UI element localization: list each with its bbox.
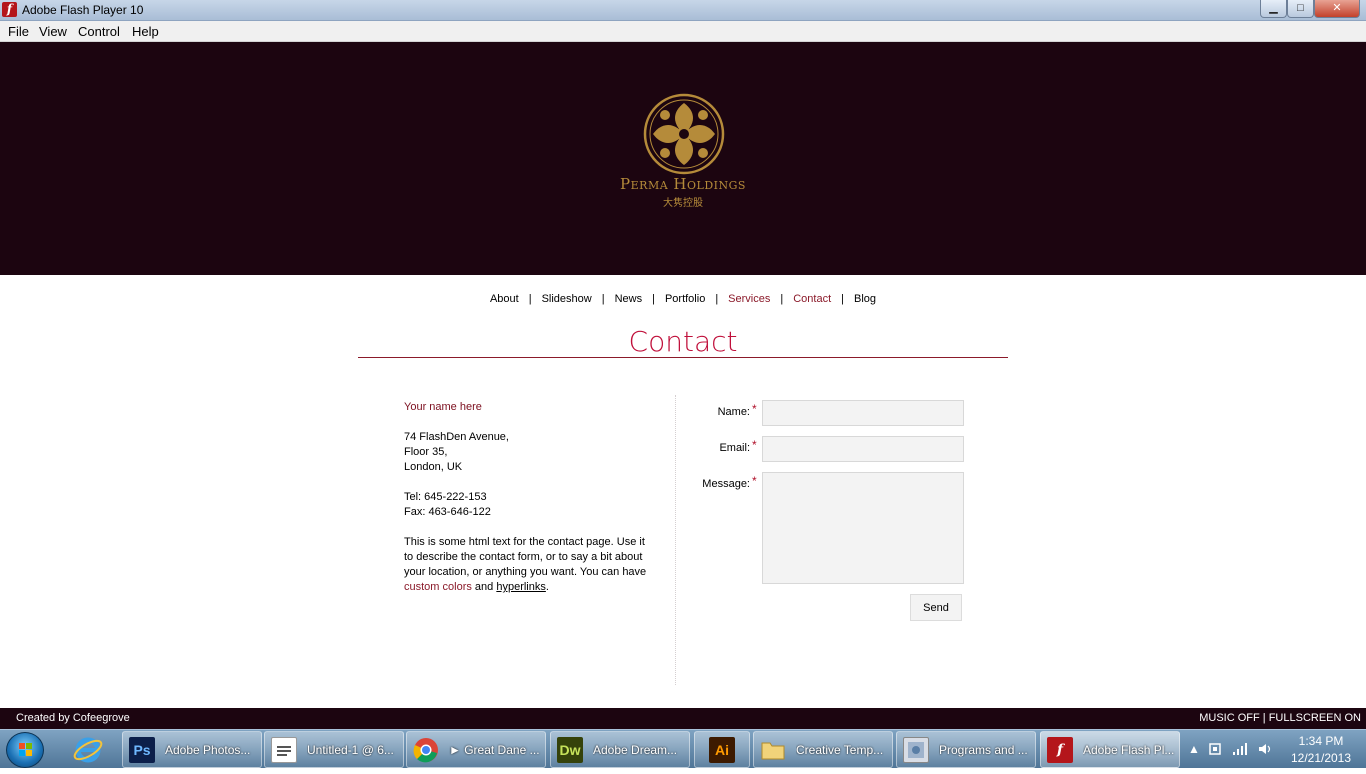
required-marker: *	[752, 474, 757, 488]
task-label: Adobe Flash Pl...	[1083, 743, 1175, 757]
message-field[interactable]	[762, 472, 964, 584]
network-device-icon[interactable]	[1208, 742, 1222, 759]
menu-file[interactable]: File	[8, 24, 29, 39]
task-label: Programs and ...	[939, 743, 1028, 757]
email-label: Email:	[719, 442, 750, 454]
task-dreamweaver[interactable]: Dw Adobe Dream...	[550, 731, 690, 768]
contact-name: Your name here	[404, 401, 482, 413]
message-label: Message:	[702, 478, 750, 490]
window-title-bar[interactable]: f Adobe Flash Player 10 ▁ □ ✕	[0, 0, 1366, 21]
column-divider	[675, 395, 676, 685]
address-line: London, UK	[404, 461, 463, 473]
show-hidden-icons-button[interactable]: ▲	[1188, 742, 1200, 756]
nav-separator: |	[715, 293, 719, 305]
heading-divider	[358, 357, 1008, 358]
name-field[interactable]	[762, 400, 964, 426]
nav-separator: |	[780, 293, 784, 305]
nav-news[interactable]: News	[615, 293, 643, 305]
maximize-button[interactable]: □	[1287, 0, 1314, 18]
menu-control[interactable]: Control	[78, 24, 120, 39]
nav-services[interactable]: Services	[728, 293, 770, 305]
folder-icon	[760, 737, 786, 763]
required-marker: *	[752, 402, 757, 416]
description-text: This is some html text for the contact p…	[404, 536, 647, 578]
page-title: Contact	[628, 325, 738, 358]
custom-colors-text: custom colors	[404, 581, 472, 593]
clock-date[interactable]: 12/21/2013	[1286, 751, 1356, 765]
document-icon	[271, 737, 297, 763]
task-label: ► Great Dane ...	[449, 743, 540, 757]
fullscreen-toggle[interactable]: FULLSCREEN ON	[1269, 712, 1361, 724]
task-programs[interactable]: Programs and ...	[896, 731, 1036, 768]
and-text: and	[474, 581, 494, 593]
nav-separator: |	[528, 293, 532, 305]
task-label: Adobe Photos...	[165, 743, 251, 757]
task-flash-player[interactable]: f Adobe Flash Pl...	[1040, 731, 1180, 768]
task-untitled[interactable]: Untitled-1 @ 6...	[264, 731, 404, 768]
nav-separator: |	[841, 293, 844, 305]
name-label: Name:	[717, 406, 750, 418]
flash-player-icon: f	[2, 2, 17, 17]
windows-logo-icon	[19, 743, 32, 756]
start-button[interactable]	[6, 732, 44, 768]
chrome-icon	[413, 737, 439, 763]
required-marker: *	[752, 438, 757, 452]
tel-line: Tel: 645-222-153	[404, 491, 487, 503]
fax-line: Fax: 463-646-122	[404, 506, 491, 518]
task-label: Adobe Dream...	[593, 743, 678, 757]
illustrator-icon: Ai	[709, 737, 735, 763]
menu-bar: File View Control Help	[0, 21, 1366, 42]
brand-name: Perma Holdings	[620, 175, 746, 193]
task-photoshop[interactable]: Ps Adobe Photos...	[122, 731, 262, 768]
task-label: Untitled-1 @ 6...	[307, 743, 394, 757]
brand-subtitle: 大隽控股	[663, 198, 703, 209]
programs-icon	[903, 737, 929, 763]
contact-info: Your name here 74 FlashDen Avenue, Floor…	[404, 400, 654, 595]
footer-credit: Created by Cofeegrove	[16, 712, 130, 724]
main-nav: About | Slideshow | News | Portfolio | Services |…	[0, 293, 1366, 305]
email-field[interactable]	[762, 436, 964, 462]
address-line: 74 FlashDen Avenue,	[404, 431, 509, 443]
clock-time[interactable]: 1:34 PM	[1286, 734, 1356, 748]
address-line: Floor 35,	[404, 446, 448, 458]
windows-taskbar: Ps Adobe Photos... Untitled-1 @ 6... ► G…	[0, 729, 1366, 768]
footer-controls: MUSIC OFF | FULLSCREEN ON	[1199, 712, 1361, 724]
nav-separator: |	[652, 293, 655, 305]
music-toggle[interactable]: MUSIC OFF	[1199, 712, 1260, 724]
footer-separator: |	[1262, 712, 1266, 724]
period-text: .	[545, 581, 549, 593]
internet-explorer-icon[interactable]	[72, 734, 104, 766]
site-footer: Created by Cofeegrove MUSIC OFF | FULLSC…	[0, 708, 1366, 729]
site-header: Perma Holdings 大隽控股	[0, 42, 1366, 275]
nav-about[interactable]: About	[490, 293, 519, 305]
menu-help[interactable]: Help	[132, 24, 159, 39]
nav-portfolio[interactable]: Portfolio	[665, 293, 705, 305]
nav-blog[interactable]: Blog	[854, 293, 876, 305]
close-button[interactable]: ✕	[1314, 0, 1360, 18]
task-label: Creative Temp...	[796, 743, 884, 757]
minimize-button[interactable]: ▁	[1260, 0, 1287, 18]
task-creative-templates[interactable]: Creative Temp...	[753, 731, 893, 768]
volume-icon[interactable]	[1258, 742, 1274, 759]
nav-separator: |	[601, 293, 605, 305]
send-button[interactable]: Send	[910, 594, 962, 621]
task-illustrator[interactable]: Ai	[694, 731, 750, 768]
photoshop-icon: Ps	[129, 737, 155, 763]
contact-description: This is some html text for the contact p…	[404, 535, 654, 595]
nav-slideshow[interactable]: Slideshow	[542, 293, 592, 305]
dreamweaver-icon: Dw	[557, 737, 583, 763]
menu-view[interactable]: View	[39, 24, 67, 39]
flash-icon: f	[1047, 737, 1073, 763]
logo-emblem-icon	[643, 93, 725, 175]
hyperlinks-link[interactable]: hyperlinks	[496, 581, 546, 593]
signal-strength-icon[interactable]	[1232, 742, 1248, 759]
nav-contact[interactable]: Contact	[793, 293, 831, 305]
task-chrome[interactable]: ► Great Dane ...	[406, 731, 546, 768]
window-title: Adobe Flash Player 10	[22, 3, 144, 17]
